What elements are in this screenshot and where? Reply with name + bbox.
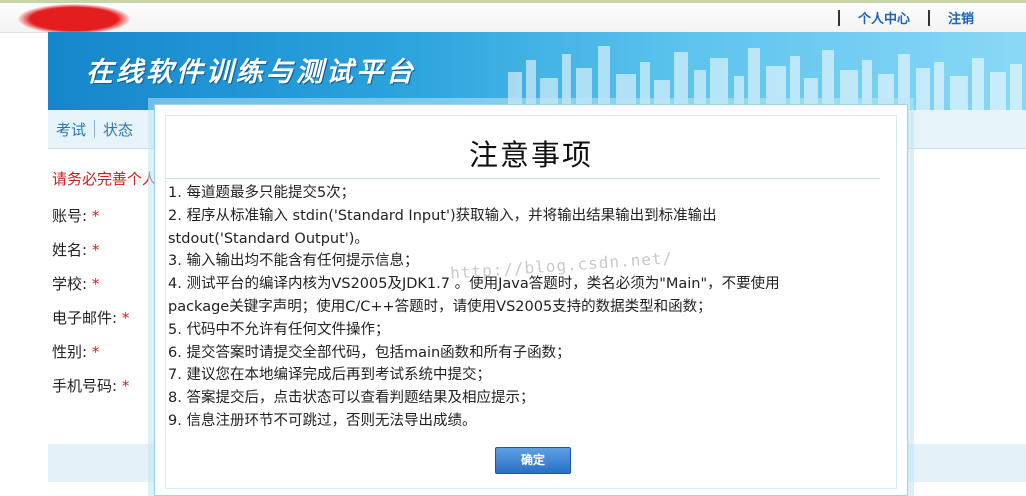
rule-line: 2. 程序从标准输入 stdin('Standard Input')获取输入，并… — [168, 207, 717, 224]
link-separator — [837, 9, 840, 26]
notice-dialog-body: 注意事项 1. 每道题最多只能提交5次； 2. 程序从标准输入 stdin('S… — [165, 115, 897, 489]
rule-line: 9. 信息注册环节不可跳过，否则无法导出成绩。 — [168, 412, 477, 429]
rule-line: 6. 提交答案时请提交全部代码，包括main函数和所有子函数； — [168, 344, 571, 361]
redacted-logo-scribble — [18, 4, 130, 34]
field-account: 账号: * — [52, 199, 157, 233]
required-mark: * — [91, 241, 100, 259]
nav-exam[interactable]: 考试 — [48, 119, 94, 140]
rule-line: 8. 答案提交后，点击状态可以查看判题结果及相应提示； — [168, 390, 535, 407]
user-links: 个人中心 注销 — [820, 8, 974, 27]
link-separator — [927, 9, 930, 26]
rules-list: 1. 每道题最多只能提交5次； 2. 程序从标准输入 stdin('Standa… — [168, 182, 868, 433]
site-banner: 在线软件训练与测试平台 — [48, 32, 1026, 110]
city-skyline-graphic — [508, 46, 1022, 110]
top-accent-line — [0, 0, 1026, 3]
rule-line: 7. 建议您在本地编译完成后再到考试系统中提交； — [168, 367, 491, 384]
site-title: 在线软件训练与测试平台 — [86, 57, 416, 88]
dialog-title: 注意事项 — [468, 138, 593, 172]
profile-form: 请务必完善个人 账号: * 姓名: * 学校: * 电子邮件: * 性别: * … — [52, 168, 157, 403]
field-label: 电子邮件: — [52, 309, 118, 327]
field-phone: 手机号码: * — [52, 369, 157, 403]
rule-line: package关键字声明；使用C/C++答题时，请使用VS2005支持的数据类型… — [168, 298, 712, 315]
rule-line: stdout('Standard Output')。 — [168, 230, 369, 247]
title-divider — [166, 178, 880, 179]
required-mark: * — [91, 207, 100, 225]
field-label: 性别: — [52, 343, 88, 361]
confirm-button[interactable]: 确定 — [495, 447, 571, 474]
top-bar: 个人中心 注销 — [0, 0, 1026, 34]
required-mark: * — [91, 275, 100, 293]
required-mark: * — [121, 377, 130, 395]
field-label: 姓名: — [52, 241, 88, 259]
field-school: 学校: * — [52, 267, 157, 301]
logout-link[interactable]: 注销 — [948, 8, 974, 27]
personal-center-link[interactable]: 个人中心 — [858, 8, 910, 27]
field-label: 账号: — [52, 207, 88, 225]
rule-line: 5. 代码中不允许有任何文件操作； — [168, 321, 390, 338]
field-name: 姓名: * — [52, 233, 157, 267]
field-email: 电子邮件: * — [52, 301, 157, 335]
rule-line: 1. 每道题最多只能提交5次； — [168, 185, 356, 201]
required-mark: * — [121, 309, 130, 327]
field-gender: 性别: * — [52, 335, 157, 369]
field-label: 手机号码: — [52, 377, 118, 395]
required-mark: * — [91, 343, 100, 361]
notice-dialog: 注意事项 1. 每道题最多只能提交5次； 2. 程序从标准输入 stdin('S… — [154, 104, 908, 496]
field-label: 学校: — [52, 275, 88, 293]
form-warning: 请务必完善个人 — [52, 170, 158, 188]
nav-status[interactable]: 状态 — [95, 119, 141, 140]
